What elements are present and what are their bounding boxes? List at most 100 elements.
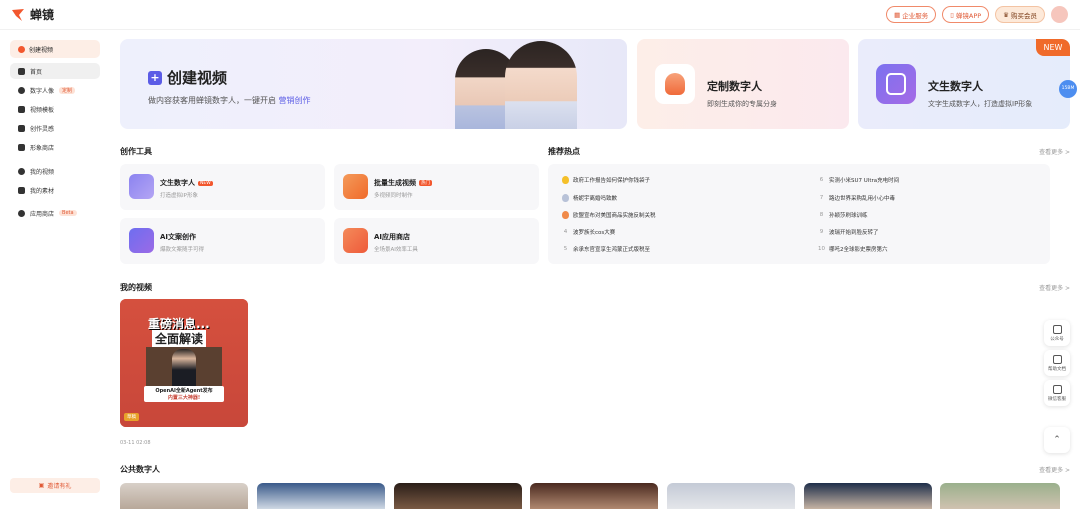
hot-item-text: 孙颖莎刷球训练 xyxy=(829,213,868,219)
hot-item-text: 路边世界采购乱用小心中毒 xyxy=(829,196,896,202)
new-badge: NEW xyxy=(198,180,213,186)
custom-avatar-icon xyxy=(655,64,695,104)
hot-item[interactable]: 8 孙颖莎刷球训练 xyxy=(818,211,868,219)
sidebar-item-label: 视频模板 xyxy=(30,106,55,114)
sidebar-item-label: 数字人像 xyxy=(30,87,55,95)
public-avatar-card[interactable] xyxy=(120,483,248,509)
sidebar-item-templates[interactable]: 视频模板 xyxy=(10,101,100,117)
hot-item[interactable]: 9 波瑞开始到脸反转了 xyxy=(818,228,879,236)
public-avatar-card[interactable] xyxy=(394,483,522,509)
folder-icon xyxy=(18,186,25,194)
invite-button[interactable]: ▣ 邀请有礼 xyxy=(10,478,100,493)
text-to-digital-human-card[interactable]: 文生数字人 文字生成数字人，打造虚拟IP形象 NEW xyxy=(858,39,1070,129)
my-videos-title: 我的视频 xyxy=(120,283,152,292)
banner-link[interactable]: 营销创作 xyxy=(279,96,311,105)
video-date: 03-11 02:08 xyxy=(120,440,151,446)
hot-item[interactable]: 6 实测小米SU7 Ultra充电时间 xyxy=(818,176,899,184)
hot-item-text: 杨妮宇离婚吗致歉 xyxy=(573,196,618,202)
tool-title: AI应用商店 xyxy=(374,233,411,241)
public-avatar-card[interactable] xyxy=(667,483,795,509)
hot-item[interactable]: 杨妮宇离婚吗致歉 xyxy=(562,194,617,202)
rank-number: 4 xyxy=(563,229,568,235)
tool-batch-video[interactable]: 批量生成视频 热门 多视频同时制作 xyxy=(334,164,539,210)
tool-subtitle: 打造虚拟IP形象 xyxy=(160,193,198,199)
public-avatar-card[interactable] xyxy=(530,483,658,509)
tool-title: AI文案创作 xyxy=(160,233,197,241)
sidebar-item-shop[interactable]: 形象商店 xyxy=(10,139,100,155)
hot-see-more-link[interactable]: 查看更多 > xyxy=(1039,147,1070,156)
play-icon xyxy=(18,167,25,175)
hot-item[interactable]: 政府工作报告如何保护你钱袋子 xyxy=(562,176,650,184)
sidebar-item-my-assets[interactable]: 我的素材 xyxy=(10,182,100,198)
sidebar: 创建视频 首页 数字人像 定制 视频模板 创作灵感 形象商店 我的视频 我的素材… xyxy=(0,30,110,509)
app-download-button[interactable]: ▯ 蝉镜APP xyxy=(942,6,990,23)
rank-number: 9 xyxy=(819,229,824,235)
banner-title: + 创建视频 xyxy=(148,67,227,88)
back-to-top-button[interactable]: ⌃ xyxy=(1044,427,1070,453)
hot-item-text: 实测小米SU7 Ultra充电时间 xyxy=(829,178,900,184)
sidebar-item-my-videos[interactable]: 我的视频 xyxy=(10,163,100,179)
gift-icon: ▣ xyxy=(38,482,45,489)
sidebar-item-home[interactable]: 首页 xyxy=(10,63,100,79)
card-title: 定制数字人 xyxy=(707,80,762,93)
wechat-service-button[interactable]: 微信客服 xyxy=(1044,380,1070,406)
gold-medal-icon xyxy=(562,176,569,184)
video-headline: 全面解读 xyxy=(152,330,207,347)
hot-item-text: 余承东官宣享生鸿蒙正式版税至 xyxy=(573,247,651,253)
video-card[interactable]: 重磅消息... 全面解读 OpenAI全新Agent发布 内置三大神器! 草稿 xyxy=(120,299,248,427)
custom-digital-human-card[interactable]: 定制数字人 即刻生成你的专属分身 xyxy=(637,39,849,129)
sidebar-item-label: 首页 xyxy=(30,68,43,76)
bulb-icon xyxy=(18,124,25,132)
plus-circle-icon xyxy=(18,45,25,53)
avatar-icon xyxy=(129,174,154,199)
help-docs-button[interactable]: 帮助文档 xyxy=(1044,350,1070,376)
public-avatar-card[interactable] xyxy=(940,483,1060,509)
digital-human-image xyxy=(505,41,577,129)
wechat-label: 微信客服 xyxy=(1048,396,1066,402)
vip-label: 购买会员 xyxy=(1011,11,1037,20)
side-floating-badge[interactable]: 15BM xyxy=(1059,80,1077,98)
buy-vip-button[interactable]: ♛ 购买会员 xyxy=(995,6,1045,23)
tool-ai-app-store[interactable]: AI应用商店 全场景AI效率工具 xyxy=(334,218,539,264)
draft-badge: 草稿 xyxy=(124,413,139,421)
cube-icon xyxy=(343,228,368,253)
sidebar-item-label: 我的素材 xyxy=(30,187,55,195)
hot-item[interactable]: 欧盟宣布对美国商品实施反制关税 xyxy=(562,211,656,219)
grid-icon xyxy=(18,105,25,113)
hot-topics-panel: 政府工作报告如何保护你钱袋子 杨妮宇离婚吗致歉 欧盟宣布对美国商品实施反制关税 … xyxy=(548,164,1050,264)
sidebar-item-inspiration[interactable]: 创作灵感 xyxy=(10,120,100,136)
rank-number: 10 xyxy=(818,246,825,252)
tool-subtitle: 多视频同时制作 xyxy=(374,193,413,199)
public-see-more-link[interactable]: 查看更多 > xyxy=(1039,465,1070,474)
rank-number: 6 xyxy=(819,177,824,183)
banner-subtitle-text: 做内容获客用蝉镜数字人，一键开启 xyxy=(148,96,276,105)
silver-medal-icon xyxy=(562,194,569,202)
create-video-button[interactable]: 创建视频 xyxy=(10,40,100,58)
sidebar-item-app-store[interactable]: 应用商店 Beta xyxy=(10,205,100,221)
sidebar-item-avatar[interactable]: 数字人像 定制 xyxy=(10,82,100,98)
enterprise-service-button[interactable]: ▦ 企业服务 xyxy=(886,6,937,23)
video-caption: OpenAI全新Agent发布 xyxy=(155,388,213,394)
tool-text-digital-human[interactable]: 文生数字人 NEW 打造虚拟IP形象 xyxy=(120,164,325,210)
official-account-button[interactable]: 公众号 xyxy=(1044,320,1070,346)
new-badge: NEW xyxy=(1036,39,1070,56)
hot-item[interactable]: 5 余承东官宣享生鸿蒙正式版税至 xyxy=(562,245,650,253)
public-avatar-card[interactable] xyxy=(257,483,385,509)
crown-icon: ♛ xyxy=(1003,10,1009,19)
hot-item[interactable]: 4 波罗族长cos大赛 xyxy=(562,228,616,236)
tool-ai-copywriting[interactable]: AI文案创作 爆款文案随手可得 xyxy=(120,218,325,264)
create-video-banner[interactable]: + 创建视频 做内容获客用蝉镜数字人，一键开启 营销创作 xyxy=(120,39,627,129)
hot-item[interactable]: 10 哪吒2全球影史票房第六 xyxy=(818,245,888,253)
my-videos-see-more-link[interactable]: 查看更多 > xyxy=(1039,283,1070,292)
shop-icon xyxy=(18,143,25,151)
official-label: 公众号 xyxy=(1050,336,1064,342)
logo[interactable]: 蝉镜 xyxy=(10,6,54,23)
app-label: 蝉镜APP xyxy=(955,11,982,20)
hot-item[interactable]: 7 路边世界采购乱用小心中毒 xyxy=(818,194,895,202)
public-avatar-card[interactable] xyxy=(804,483,932,509)
video-caption: 内置三大神器! xyxy=(167,395,201,401)
tool-title: 批量生成视频 xyxy=(374,179,416,187)
card-title: 文生数字人 xyxy=(928,80,983,93)
rank-number: 7 xyxy=(819,195,824,201)
user-avatar[interactable] xyxy=(1051,6,1068,23)
